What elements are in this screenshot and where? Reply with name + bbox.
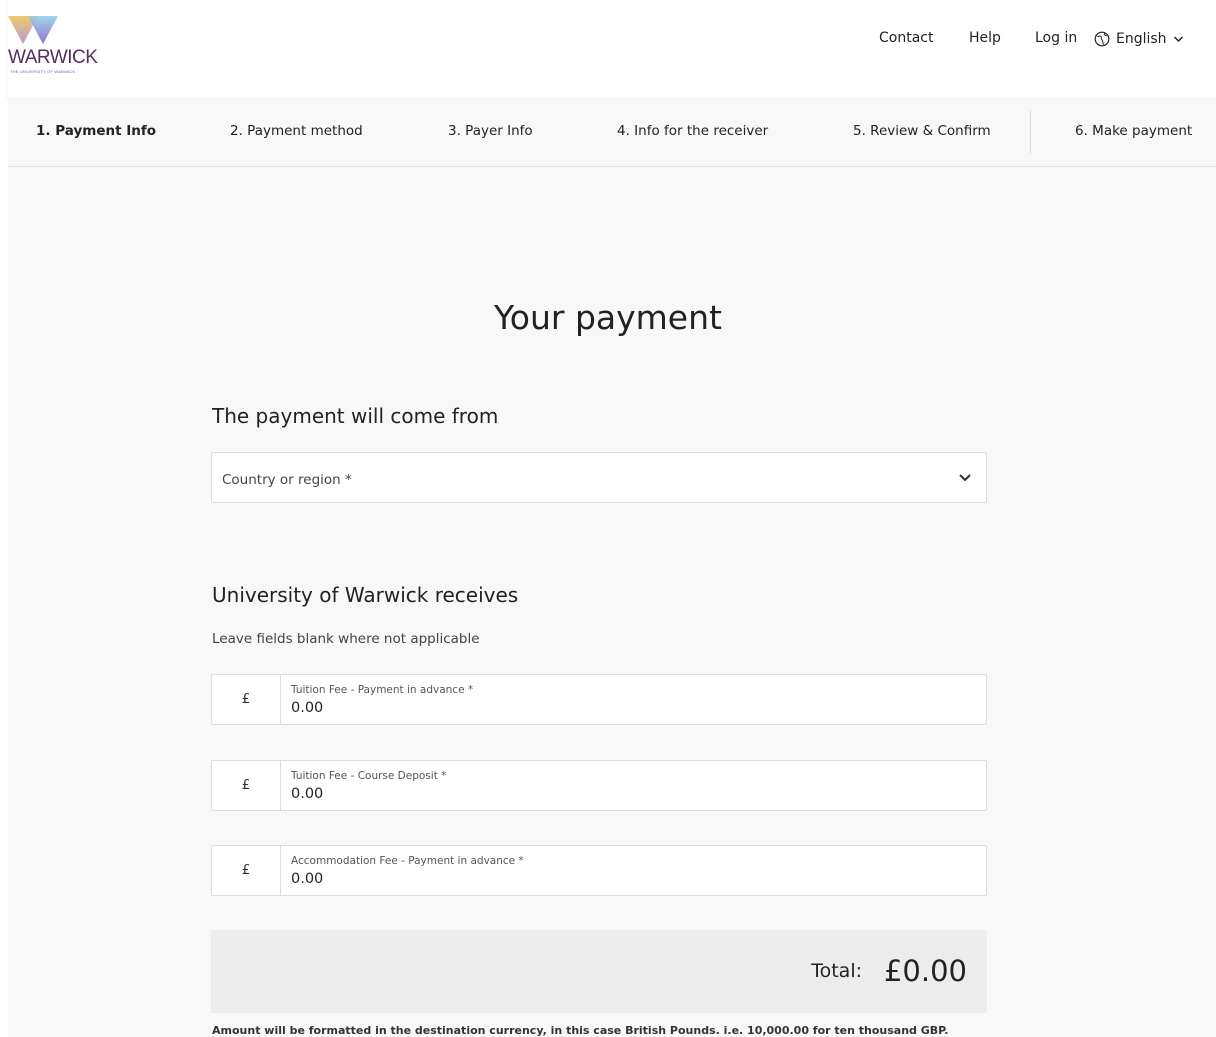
field-label: Tuition Fee - Payment in advance * [291, 684, 474, 696]
step-divider [1030, 111, 1031, 153]
chevron-down-icon [959, 474, 971, 482]
field-value[interactable]: 0.00 [291, 786, 323, 802]
field-label: Tuition Fee - Course Deposit * [291, 770, 447, 782]
course-deposit-field[interactable]: £ Tuition Fee - Course Deposit * 0.00 [211, 760, 987, 811]
total-label: Total: [811, 960, 862, 982]
country-select[interactable]: Country or region * [211, 452, 987, 503]
currency-symbol: £ [212, 761, 281, 810]
step-payment-method[interactable]: 2. Payment method [230, 123, 363, 139]
step-make-payment[interactable]: 6. Make payment [1075, 123, 1192, 139]
step-payer-info[interactable]: 3. Payer Info [448, 123, 533, 139]
warwick-logo-mark-icon [8, 16, 58, 44]
field-value[interactable]: 0.00 [291, 871, 323, 887]
logo-wordmark: WARWICK [8, 47, 98, 68]
contact-link[interactable]: Contact [879, 30, 933, 48]
login-link[interactable]: Log in [1035, 30, 1077, 48]
currency-symbol: £ [212, 675, 281, 724]
language-label: English [1116, 31, 1167, 47]
currency-format-note: Amount will be formatted in the destinat… [212, 1024, 949, 1037]
step-info-for-receiver[interactable]: 4. Info for the receiver [617, 123, 768, 139]
currency-symbol: £ [212, 846, 281, 895]
checkout-steps: 1. Payment Info 2. Payment method 3. Pay… [8, 97, 1216, 167]
payment-from-heading: The payment will come from [212, 404, 499, 428]
country-select-placeholder: Country or region * [222, 472, 352, 488]
step-review-confirm[interactable]: 5. Review & Confirm [853, 123, 991, 139]
page: WARWICK THE UNIVERSITY OF WARWICK Contac… [0, 0, 1216, 1037]
warwick-logo[interactable]: WARWICK THE UNIVERSITY OF WARWICK [8, 10, 108, 74]
field-value[interactable]: 0.00 [291, 700, 323, 716]
accommodation-advance-field[interactable]: £ Accommodation Fee - Payment in advance… [211, 845, 987, 896]
tuition-advance-field[interactable]: £ Tuition Fee - Payment in advance * 0.0… [211, 674, 987, 725]
logo-subtext: THE UNIVERSITY OF WARWICK [10, 69, 76, 74]
globe-icon [1094, 31, 1110, 47]
receives-heading: University of Warwick receives [212, 583, 519, 607]
total-value: £0.00 [883, 954, 967, 988]
total-panel: Total: £0.00 [211, 930, 987, 1013]
chevron-down-icon [1173, 36, 1183, 43]
receives-hint: Leave fields blank where not applicable [212, 631, 480, 647]
help-link[interactable]: Help [969, 30, 1001, 48]
field-label: Accommodation Fee - Payment in advance * [291, 855, 524, 867]
site-header: WARWICK THE UNIVERSITY OF WARWICK Contac… [8, 0, 1216, 97]
page-title: Your payment [494, 298, 722, 337]
language-selector[interactable]: English [1094, 30, 1184, 48]
step-payment-info[interactable]: 1. Payment Info [36, 123, 156, 139]
